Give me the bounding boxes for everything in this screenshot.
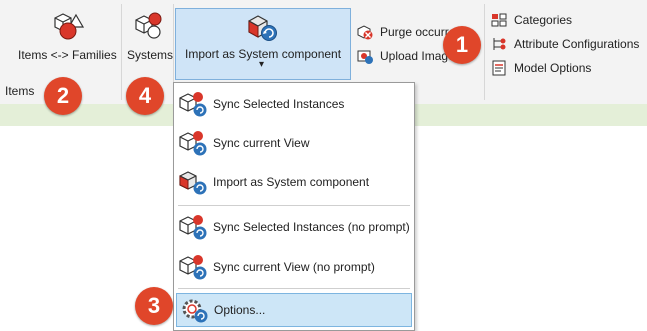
menu-item-label: Sync current View (no prompt) [213, 260, 375, 274]
menu-item-options[interactable]: Options... [176, 293, 412, 327]
import-system-component-icon [248, 15, 277, 41]
items-families-button[interactable]: Items <-> Families [14, 4, 120, 68]
menu-item-label: Sync current View [213, 136, 310, 150]
attribute-configurations-icon [493, 38, 506, 50]
callout-badge-1: 1 [443, 26, 481, 64]
menu-separator [178, 288, 410, 289]
menu-separator [178, 205, 410, 206]
import-dropdown-menu: Sync Selected Instances Sync current Vie… [173, 82, 415, 331]
dropdown-arrow-icon[interactable]: ▾ [259, 59, 264, 70]
import-system-component-icon [179, 171, 207, 195]
sync-current-view-icon [179, 131, 207, 156]
menu-item-label: Options... [214, 303, 266, 317]
categories-button[interactable]: Categories [490, 10, 572, 30]
ribbon-separator [484, 4, 485, 100]
callout-badge-2: 2 [44, 77, 82, 115]
systems-button[interactable]: Systems [124, 4, 174, 68]
model-options-label: Model Options [514, 61, 592, 75]
purge-button[interactable]: Purge occurre [356, 22, 455, 42]
sync-selected-instances-icon [179, 92, 207, 117]
items-families-label: Items <-> Families [18, 48, 117, 62]
model-options-button[interactable]: Model Options [490, 58, 591, 78]
callout-badge-3: 3 [135, 287, 173, 325]
sync-selected-instances-icon [179, 215, 207, 240]
attribute-configurations-button[interactable]: Attribute Configurations [490, 34, 639, 54]
purge-icon [357, 25, 373, 40]
categories-icon [491, 13, 507, 27]
upload-image-icon [357, 50, 373, 64]
callout-badge-4: 4 [126, 77, 164, 115]
menu-item-import-system-component[interactable]: Import as System component [176, 165, 412, 199]
categories-label: Categories [514, 13, 573, 27]
systems-icon [135, 12, 162, 39]
options-gear-icon [182, 299, 208, 323]
menu-item-sync-current-view[interactable]: Sync current View [176, 126, 412, 160]
menu-item-sync-current-view-no-prompt[interactable]: Sync current View (no prompt) [176, 250, 412, 284]
menu-item-label: Sync Selected Instances (no prompt) [213, 220, 410, 234]
menu-item-label: Sync Selected Instances [213, 97, 345, 111]
sync-current-view-icon [179, 255, 207, 280]
systems-label: Systems [127, 48, 174, 62]
menu-item-label: Import as System component [213, 175, 370, 189]
model-options-icon [492, 60, 506, 76]
menu-item-sync-selected-instances[interactable]: Sync Selected Instances [176, 87, 412, 121]
menu-item-sync-selected-instances-no-prompt[interactable]: Sync Selected Instances (no prompt) [176, 210, 412, 244]
attribute-configurations-label: Attribute Configurations [514, 37, 640, 51]
items-families-icon [54, 13, 84, 40]
upload-image-button[interactable]: Upload Image [356, 46, 455, 66]
import-system-component-button[interactable]: Import as System component ▾ [175, 8, 351, 80]
panel-label-items: Items [5, 84, 35, 98]
ribbon-separator [121, 4, 122, 100]
